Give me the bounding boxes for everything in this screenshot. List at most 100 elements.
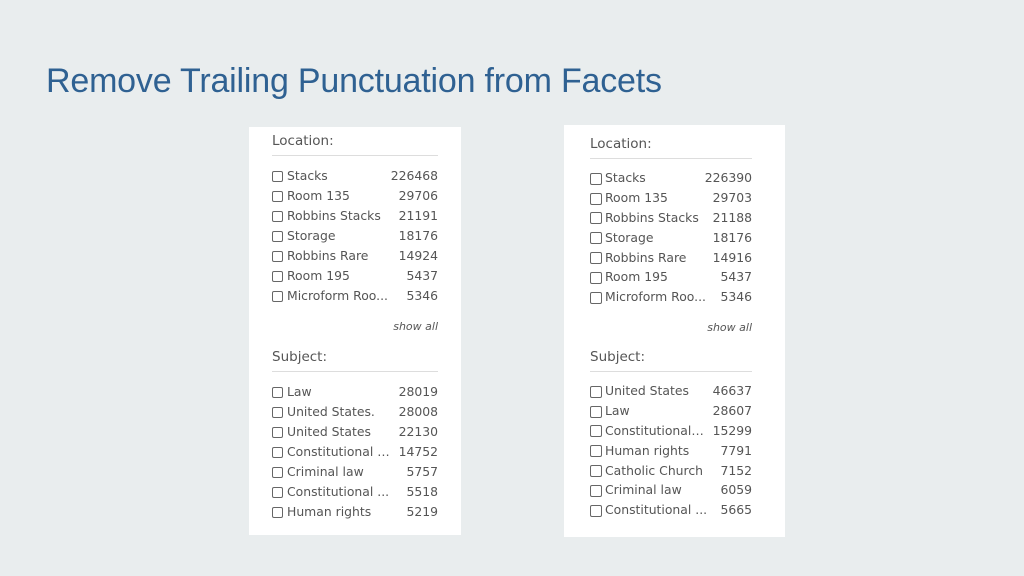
item-label: Microform Roo...: [605, 289, 706, 305]
facet-item[interactable]: Storage 18176: [272, 225, 438, 245]
item-label: Robbins Rare: [605, 249, 687, 265]
location-facet: Location: Stacks 226468 Room 135 29706 Rob…: [272, 133, 438, 333]
checkbox[interactable]: [590, 192, 602, 205]
checkbox[interactable]: [590, 252, 602, 265]
item-count: 5757: [406, 463, 438, 479]
item-count: 14924: [398, 247, 438, 263]
facet-item[interactable]: United States. 28008: [272, 401, 438, 421]
facet-item[interactable]: Law 28607: [590, 401, 752, 421]
item-count: 29703: [712, 190, 752, 206]
facet-item[interactable]: Room 195 5437: [272, 265, 438, 285]
item-label: Human rights: [605, 442, 690, 458]
item-count: 14916: [712, 249, 752, 265]
checkbox[interactable]: [590, 271, 602, 284]
checkbox[interactable]: [272, 170, 283, 182]
facet-item[interactable]: Stacks 226390: [590, 168, 752, 188]
facet-item[interactable]: Constitutional ... 5518: [272, 481, 438, 501]
facet-item[interactable]: Robbins Stacks 21188: [590, 208, 752, 228]
facet-item[interactable]: Robbins Rare 14916: [590, 247, 752, 267]
item-label: Robbins Stacks: [605, 209, 699, 225]
checkbox[interactable]: [590, 385, 602, 398]
facet-item[interactable]: Microform Roo... 5346: [272, 286, 438, 306]
item-label: Robbins Rare: [287, 247, 369, 263]
facet-item[interactable]: Criminal law 5757: [272, 461, 438, 481]
checkbox[interactable]: [590, 291, 602, 304]
facet-item[interactable]: Room 135 29706: [272, 185, 438, 205]
facet-item[interactable]: Stacks 226468: [272, 165, 438, 185]
item-label: Catholic Church: [605, 462, 704, 478]
item-label: Criminal law: [287, 463, 364, 479]
checkbox[interactable]: [272, 386, 283, 398]
checkbox[interactable]: [272, 507, 283, 519]
facet-item[interactable]: United States 46637: [590, 381, 752, 401]
item-label: Criminal law: [605, 482, 682, 498]
facet-item[interactable]: Room 195 5437: [590, 267, 752, 287]
checkbox[interactable]: [590, 504, 602, 517]
facet-item[interactable]: Robbins Stacks 21191: [272, 205, 438, 225]
checkbox[interactable]: [590, 232, 602, 245]
facet-item[interactable]: Human rights 5219: [272, 502, 438, 522]
item-count: 22130: [398, 423, 438, 439]
show-all-link[interactable]: show all: [272, 320, 438, 333]
slide-title: Remove Trailing Punctuation from Facets: [46, 62, 662, 100]
checkbox[interactable]: [272, 446, 283, 458]
location-facet: Location: Stacks 226390 Room 135 29703 Rob…: [590, 136, 752, 334]
item-label: Constitutional l...: [287, 443, 391, 459]
checkbox[interactable]: [272, 426, 283, 438]
checkbox[interactable]: [272, 190, 283, 202]
facet-item[interactable]: Human rights 7791: [590, 440, 752, 460]
item-label: Constitutional ...: [605, 502, 708, 518]
item-label: Room 135: [605, 190, 668, 206]
item-label: United States: [605, 383, 689, 399]
facet-item[interactable]: Room 135 29703: [590, 188, 752, 208]
facet-item[interactable]: Catholic Church 7152: [590, 460, 752, 480]
checkbox[interactable]: [590, 445, 602, 458]
facet-item[interactable]: Constitutional l... 14752: [272, 441, 438, 461]
facet-heading: Location:: [272, 133, 438, 156]
item-label: Robbins Stacks: [287, 207, 381, 223]
item-label: United States.: [287, 403, 375, 419]
item-count: 29706: [398, 187, 438, 203]
checkbox[interactable]: [590, 172, 602, 185]
facet-item[interactable]: Law 28019: [272, 381, 438, 401]
facet-heading: Subject:: [590, 349, 752, 372]
facet-list: Stacks 226468 Room 135 29706 Robbins Stack…: [272, 165, 438, 306]
facet-item[interactable]: Criminal law 6059: [590, 480, 752, 500]
item-count: 21188: [712, 209, 752, 225]
subject-facet: Subject: Law 28019 United States. 28008 Un…: [272, 349, 438, 522]
checkbox[interactable]: [272, 230, 283, 242]
checkbox[interactable]: [590, 465, 602, 478]
facet-item[interactable]: United States 22130: [272, 421, 438, 441]
checkbox[interactable]: [272, 291, 283, 303]
item-count: 28008: [398, 403, 438, 419]
item-count: 5437: [720, 269, 752, 285]
checkbox[interactable]: [272, 210, 283, 222]
item-label: Storage: [605, 229, 654, 245]
facet-item[interactable]: Constitutional l... 15299: [590, 421, 752, 441]
item-label: Room 195: [605, 269, 668, 285]
checkbox[interactable]: [590, 405, 602, 418]
item-label: Stacks: [287, 167, 328, 183]
checkbox[interactable]: [590, 212, 602, 225]
item-count: 5346: [720, 289, 752, 305]
facet-list: Stacks 226390 Room 135 29703 Robbins Stack…: [590, 168, 752, 307]
item-count: 14752: [398, 443, 438, 459]
checkbox[interactable]: [272, 271, 283, 283]
item-label: Microform Roo...: [287, 288, 388, 304]
checkbox[interactable]: [272, 466, 283, 478]
facet-item[interactable]: Storage 18176: [590, 227, 752, 247]
checkbox[interactable]: [590, 425, 602, 438]
checkbox[interactable]: [272, 250, 283, 262]
facet-list: Law 28019 United States. 28008 United Stat…: [272, 381, 438, 522]
item-count: 5219: [406, 504, 438, 520]
checkbox[interactable]: [590, 484, 602, 497]
item-label: Storage: [287, 227, 336, 243]
checkbox[interactable]: [272, 487, 283, 499]
facet-item[interactable]: Constitutional ... 5665: [590, 500, 752, 520]
show-all-link[interactable]: show all: [590, 321, 752, 334]
facet-item[interactable]: Microform Roo... 5346: [590, 287, 752, 307]
facet-item[interactable]: Robbins Rare 14924: [272, 245, 438, 265]
item-label: Room 135: [287, 187, 350, 203]
checkbox[interactable]: [272, 406, 283, 418]
facet-panel-before: Location: Stacks 226468 Room 135 29706 Rob…: [249, 127, 461, 535]
